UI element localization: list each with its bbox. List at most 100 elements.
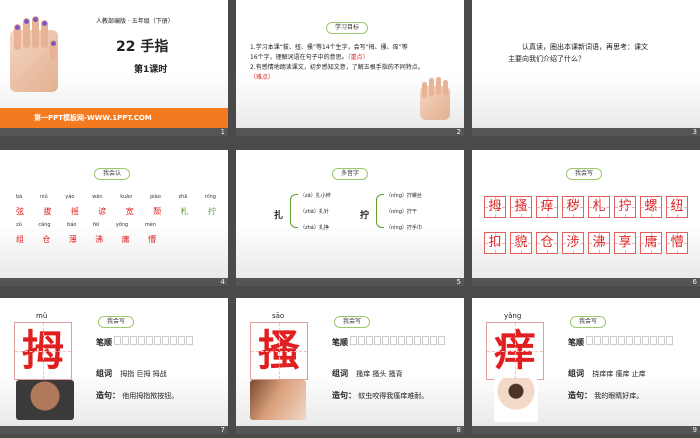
sentence-row: 造句： 他用拇指揿按钮。 (96, 390, 178, 401)
char: 摇 (70, 207, 79, 216)
pinyin: wān (92, 194, 103, 200)
slide-6-thumbnail[interactable]: 我会写 拇 搔 痒 秽 札 拧 螺 纽 扣 貌 仓 涉 沸 享 庸 懵 6 (472, 150, 700, 286)
char-box: 纽 (666, 196, 688, 218)
stroke-order-row: 笔顺 (332, 336, 446, 348)
section-pill: 学习目标 (326, 22, 369, 34)
series-label: 人教部编版 · 五年级（下册） (96, 18, 174, 25)
lesson-subtitle: 第1课时 (134, 65, 168, 75)
objective-line-4: （难点） (250, 74, 275, 81)
pinyin: báo (67, 222, 77, 228)
left-item: （zhā）扎针 (300, 209, 329, 215)
char-box: 沸 (588, 232, 610, 254)
thumbs-up-photo (16, 380, 74, 420)
row1-chars: 弦 拔 摇 谚 宽 颓 札 拧 (16, 206, 216, 217)
pinyin: bá (16, 194, 23, 200)
lesson-title: 22 手指 (116, 39, 169, 55)
stroke-order-label: 笔顺 (332, 338, 348, 347)
char-pinyin: yǎng (504, 312, 522, 320)
slide-5-thumbnail[interactable]: 多音字 扎 （zā）扎小辫 （zhā）扎针 （zhá）扎挣 拧 （nǐng）拧螺… (236, 150, 464, 286)
footer-strip (472, 278, 700, 286)
pinyin: mèn (144, 222, 156, 228)
slide-number: 3 (692, 128, 697, 136)
row1-pinyin: bá niǔ yáo wān kuān piào zhā nǐng (16, 194, 216, 200)
stroke-order-row: 笔顺 (568, 336, 674, 348)
left-brace (290, 194, 298, 228)
slide-number: 4 (220, 278, 225, 286)
words-label: 组词 (568, 369, 584, 378)
char: 薄 (68, 235, 77, 244)
row2-chars: 组 仓 薄 沸 庸 懵 (16, 234, 156, 245)
slide-sorter-grid: 人教部编版 · 五年级（下册） 22 手指 第1课时 第一PPT模板网-WWW.… (0, 0, 700, 438)
slide-1-thumbnail[interactable]: 人教部编版 · 五年级（下册） 22 手指 第1课时 第一PPT模板网-WWW.… (0, 0, 228, 136)
char: 弦 (16, 207, 24, 216)
pinyin: fèi (93, 222, 100, 228)
right-item: （nǐng）拧螺丝 (386, 193, 422, 199)
char: 仓 (42, 235, 51, 244)
right-brace (376, 194, 384, 228)
pinyin: yáo (65, 194, 75, 200)
slide-4-thumbnail[interactable]: 我会认 bá niǔ yáo wān kuān piào zhā nǐng 弦 … (0, 150, 228, 286)
sentence-label: 造句： (568, 391, 592, 400)
char: 颓 (153, 207, 162, 216)
char: 拔 (43, 207, 52, 216)
sentence-row: 造句： 我的眼睛好痒。 (568, 390, 643, 401)
words: 拇指 巨拇 拇战 (120, 370, 167, 378)
slide-2-thumbnail[interactable]: 学习目标 1.学习本课“拔、扭、搔”等14个生字，会写“拇、搔、痒”等 16个字… (236, 0, 464, 136)
char-box: 貌 (510, 232, 532, 254)
slide-7-thumbnail[interactable]: mǔ 拇 我会写 笔顺 组词 拇指 巨拇 拇战 造句： 他用拇指揿按钮。 7 (0, 298, 228, 434)
scratching-hand-photo (250, 380, 306, 420)
words-row: 组词 拇指 巨拇 拇战 (96, 368, 167, 379)
words-row: 组词 挠痒痒 瘙痒 止痒 (568, 368, 646, 379)
section-pill: 我会写 (566, 168, 603, 180)
pinyin: kuān (120, 194, 133, 200)
section-pill: 多音字 (332, 168, 369, 180)
sentence: 我的眼睛好痒。 (594, 392, 644, 400)
hand-illustration (420, 77, 450, 120)
pinyin: yōng (115, 222, 129, 228)
slide-9-thumbnail[interactable]: yǎng 痒 我会写 笔顺 组词 挠痒痒 瘙痒 止痒 造句： 我的眼睛好痒。 9 (472, 298, 700, 434)
words: 挠痒痒 瘙痒 止痒 (592, 370, 646, 378)
right-item: （nìng）拧手巾 (386, 225, 422, 231)
slide-8-thumbnail[interactable]: sāo 搔 我会写 笔顺 组词 搔痒 搔头 搔背 造句： 蚊虫咬得我瘙痒难耐。 … (236, 298, 464, 434)
footer-strip (236, 426, 464, 434)
section-pill: 我会认 (94, 168, 131, 180)
footer-strip (0, 278, 228, 286)
words-label: 组词 (332, 369, 348, 378)
char-pinyin: sāo (272, 312, 285, 320)
words-row: 组词 搔痒 搔头 搔背 (332, 368, 403, 379)
sentence-label: 造句： (96, 391, 120, 400)
char: 谚 (98, 207, 107, 216)
char-pinyin: mǔ (36, 312, 48, 320)
char: 宽 (125, 207, 134, 216)
sentence-label: 造句： (332, 391, 356, 400)
right-char: 拧 (360, 211, 370, 221)
slide-number: 9 (692, 426, 697, 434)
char-box: 搔 (510, 196, 532, 218)
char: 懵 (147, 235, 156, 244)
slide-number: 7 (220, 426, 225, 434)
footer-strip (0, 128, 228, 136)
big-character: 搔 (250, 322, 308, 380)
slide-number: 2 (456, 128, 461, 136)
pinyin: zhā (178, 194, 188, 200)
stroke-order-label: 笔顺 (568, 338, 584, 347)
sentence: 蚊虫咬得我瘙痒难耐。 (358, 392, 429, 400)
words: 搔痒 搔头 搔背 (356, 370, 403, 378)
prompt-line-2: 主要向我们介绍了什么？ (508, 55, 585, 63)
char-box: 懵 (666, 232, 688, 254)
char-box: 扣 (484, 232, 506, 254)
char: 组 (16, 235, 24, 244)
sentence-row: 造句： 蚊虫咬得我瘙痒难耐。 (332, 390, 428, 401)
left-char: 扎 (274, 211, 284, 221)
slide-number: 5 (456, 278, 461, 286)
char-box: 拧 (614, 196, 636, 218)
slide-3-thumbnail[interactable]: 认真读，圈出本课新词语，再思考：课文 主要向我们介绍了什么？ 3 (472, 0, 700, 136)
objective-line-1: 1.学习本课“拔、扭、搔”等14个生字，会写“拇、搔、痒”等 (250, 44, 408, 51)
char-box: 秽 (562, 196, 584, 218)
footer-text: 第一PPT模板网-WWW.1PPT.COM (34, 114, 152, 122)
char: 庸 (121, 235, 130, 244)
sentence: 他用拇指揿按钮。 (122, 392, 179, 400)
pinyin: zǔ (16, 222, 22, 228)
footer-strip (236, 278, 464, 286)
char-box: 享 (614, 232, 636, 254)
